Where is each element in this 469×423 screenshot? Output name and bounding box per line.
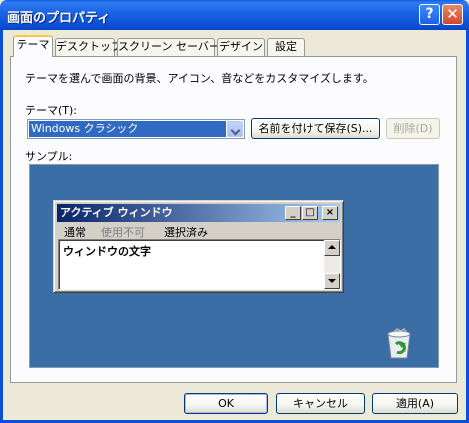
- maximize-icon: □: [302, 206, 318, 220]
- preview-menu-disabled: 使用不可: [101, 226, 145, 239]
- help-button[interactable]: ?: [419, 4, 440, 25]
- close-icon: ×: [322, 206, 338, 220]
- ok-button[interactable]: OK: [184, 393, 268, 414]
- preview-menu-selected: 選択済み: [164, 226, 208, 239]
- theme-description: テーマを選んで画面の背景、アイコン、音などをカスタマイズします。: [25, 72, 374, 85]
- theme-select[interactable]: Windows クラシック: [27, 119, 245, 139]
- preview-window-titlebar: アクティブ ウィンドウ _ □ ×: [57, 204, 340, 222]
- window-title: 画面のプロパティ: [7, 11, 111, 26]
- theme-select-value: Windows クラシック: [29, 121, 226, 137]
- preview-scrollbar: [324, 240, 340, 289]
- scroll-up-icon: [324, 240, 340, 256]
- chevron-down-icon[interactable]: [227, 121, 243, 137]
- minimize-icon: _: [285, 206, 301, 220]
- sample-label: サンプル:: [25, 150, 73, 163]
- tab-settings[interactable]: 設定: [267, 38, 305, 56]
- tab-desktop[interactable]: デスクトップ: [55, 38, 122, 56]
- apply-button[interactable]: 適用(A): [372, 393, 458, 414]
- preview-window-text: ウィンドウの文字: [63, 245, 151, 258]
- theme-label: テーマ(T):: [25, 104, 78, 117]
- title-bar[interactable]: 画面のプロパティ ? ✕: [0, 0, 469, 30]
- preview-window-title: アクティブ ウィンドウ: [60, 206, 173, 219]
- save-as-button[interactable]: 名前を付けて保存(S)...: [251, 118, 380, 139]
- delete-button[interactable]: 削除(D): [386, 118, 440, 139]
- preview-window: アクティブ ウィンドウ _ □ × 通常 使用不可 選択済み ウィンドウの文字: [53, 200, 344, 293]
- preview-window-client: ウィンドウの文字: [58, 239, 341, 290]
- tab-appearance[interactable]: デザイン: [217, 38, 265, 56]
- window-frame-left: [0, 30, 3, 423]
- cancel-button[interactable]: キャンセル: [276, 393, 365, 414]
- recycle-bin-icon: [387, 328, 411, 359]
- tab-screensaver[interactable]: スクリーン セーバー: [117, 38, 220, 56]
- tab-theme[interactable]: テーマ: [13, 35, 53, 57]
- close-button[interactable]: ✕: [442, 4, 463, 25]
- preview-menu-normal: 通常: [64, 226, 86, 239]
- scroll-down-icon: [324, 273, 340, 289]
